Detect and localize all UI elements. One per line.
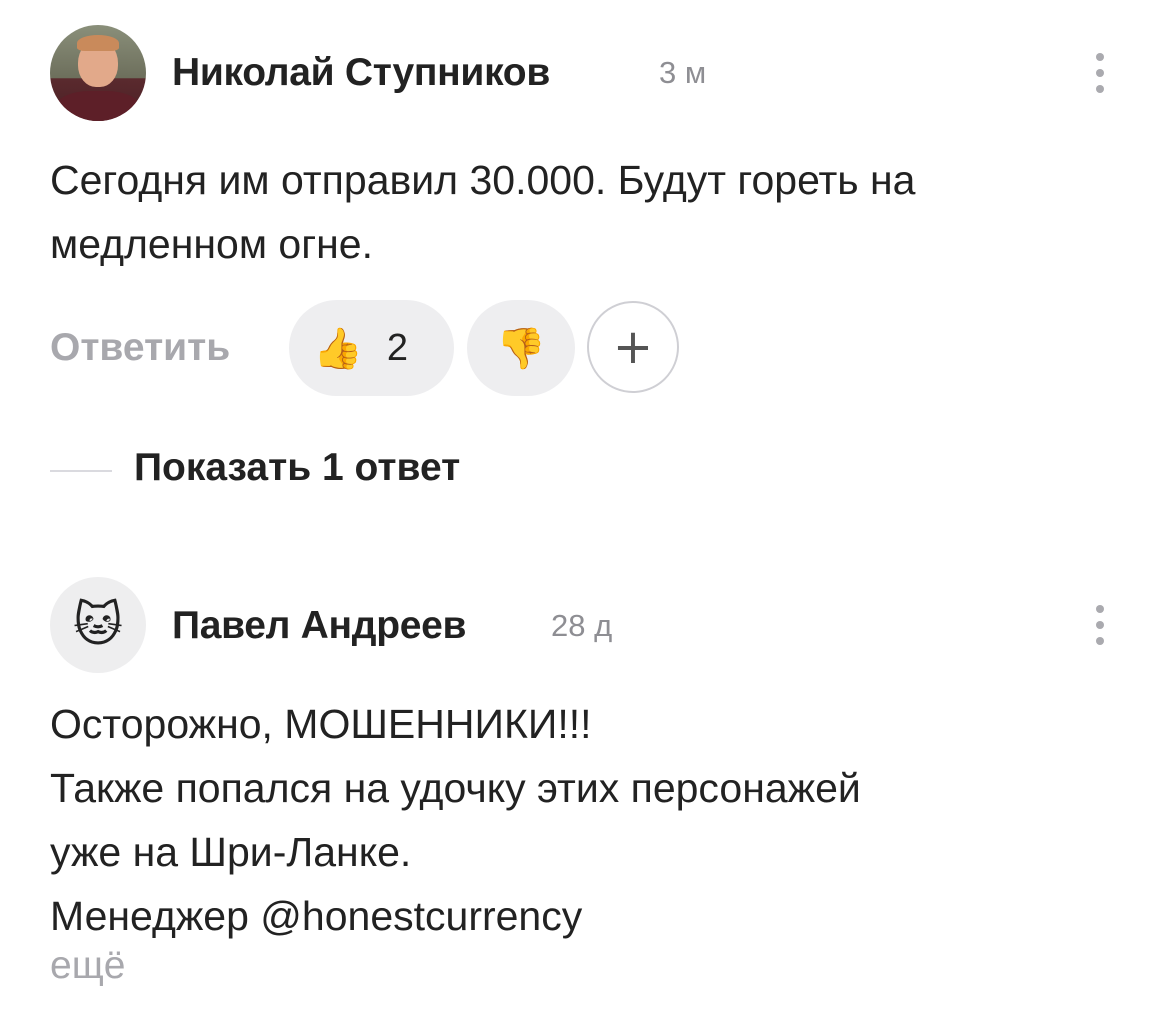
comment: Николай Ступников 3 м Сегодня им отправи… (0, 0, 1170, 520)
avatar[interactable] (50, 25, 146, 121)
expand-more-link[interactable]: ещё (50, 944, 125, 988)
comment-text-line: Менеджер @honestcurrency (50, 893, 583, 939)
comment-time: 28 д (551, 608, 613, 643)
thumbs-down-icon: 👎 (496, 326, 546, 371)
comment-text-line: Осторожно, МОШЕННИКИ!!! (50, 701, 592, 747)
comment-text: Сегодня им отправил 30.000. Будут гореть… (50, 148, 1130, 276)
comment-author[interactable]: Павел Андреев (172, 604, 467, 648)
plus-icon: + (612, 319, 654, 375)
add-reaction-button[interactable]: + (587, 301, 679, 393)
avatar-hair (77, 35, 119, 51)
more-vertical-icon[interactable] (1088, 53, 1112, 93)
like-count: 2 (386, 326, 408, 369)
dislike-reaction-button[interactable]: 👎 (467, 300, 575, 396)
reply-button[interactable]: Ответить (50, 326, 230, 370)
comment-time: 3 м (659, 55, 707, 90)
comment-author[interactable]: Николай Ступников (172, 51, 550, 95)
show-replies-button[interactable]: Показать 1 ответ (134, 446, 460, 490)
comment-text-line: медленном огне. (50, 221, 373, 267)
comment-text-line: уже на Шри-Ланке. (50, 829, 412, 875)
comment-text: Осторожно, МОШЕННИКИ!!! Также попался на… (50, 692, 1130, 948)
comment-text-line: Сегодня им отправил 30.000. Будут гореть… (50, 157, 916, 203)
like-reaction-button[interactable]: 👍 2 (289, 300, 454, 396)
avatar-shirt (56, 91, 140, 121)
cat-face-icon: 🐱 (72, 599, 124, 652)
avatar[interactable]: 🐱 (50, 577, 146, 673)
more-vertical-icon[interactable] (1088, 605, 1112, 645)
thread-divider (50, 470, 112, 472)
thumbs-up-icon: 👍 (313, 326, 363, 371)
comment-text-line: Также попался на удочку этих персонажей (50, 765, 861, 811)
